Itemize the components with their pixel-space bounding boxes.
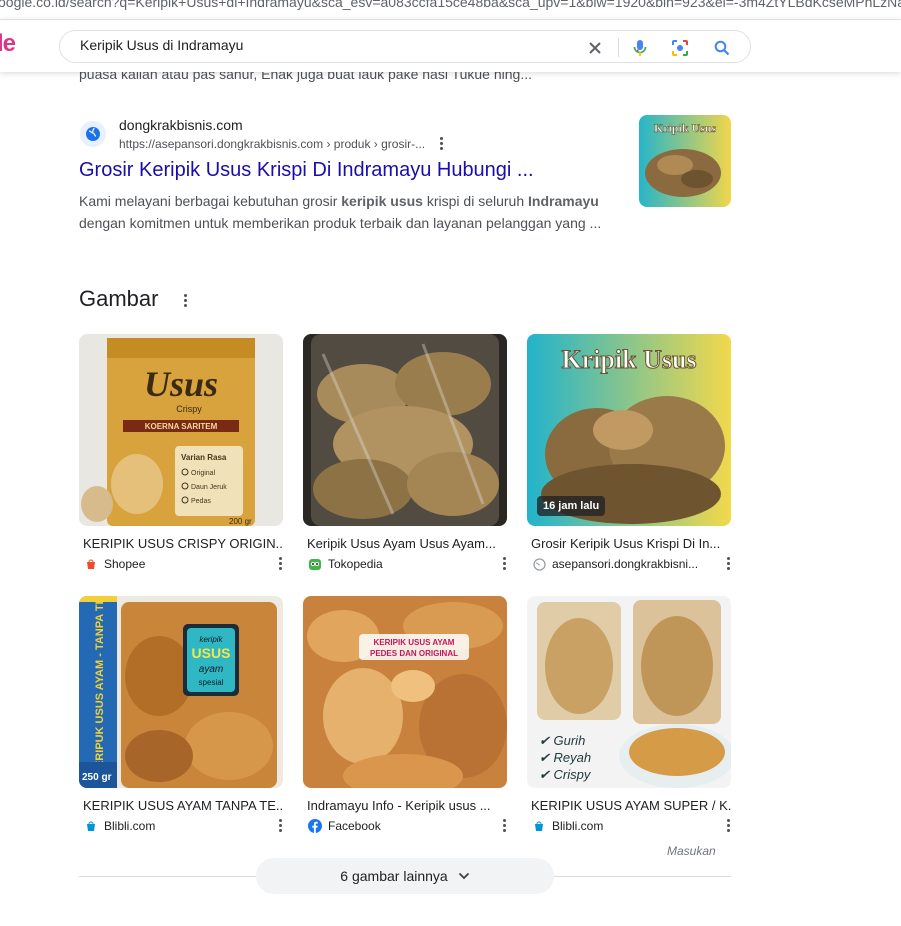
more-options-icon[interactable]	[724, 557, 734, 571]
time-badge: 16 jam lalu	[537, 496, 606, 516]
variant-title: Varian Rasa	[181, 453, 227, 462]
brand-sub: Crispy	[176, 404, 202, 414]
address-bar[interactable]: oogle.co.id/search?q=Keripik+Usus+di+Ind…	[0, 0, 901, 20]
image-result-4[interactable]: KERIPUK USUS AYAM - TANPA TEPUNG - 250 g…	[79, 596, 283, 788]
thumb-title-3: Kripik Usus	[561, 345, 696, 374]
address-text: oogle.co.id/search?q=Keripik+Usus+di+Ind…	[0, 0, 901, 10]
variant-3: Pedas	[191, 498, 211, 505]
images-section-title: Gambar	[79, 286, 159, 311]
more-options-icon[interactable]	[276, 819, 286, 833]
weight-label: 250 gr	[82, 772, 112, 783]
globe-icon	[80, 121, 106, 147]
globe-icon	[532, 557, 546, 571]
blibli-icon	[532, 819, 546, 833]
image-source[interactable]: Blibli.com	[84, 819, 284, 833]
more-images-button[interactable]: 6 gambar lainnya	[256, 858, 554, 894]
feedback-link[interactable]: Masukan	[667, 844, 716, 858]
google-logo[interactable]: le	[0, 30, 16, 58]
image-source[interactable]: Shopee	[84, 557, 284, 571]
image-result-3[interactable]: Kripik Usus 16 jam lalu	[527, 334, 731, 526]
search-input[interactable]	[80, 37, 560, 53]
section-options-icon[interactable]	[181, 293, 191, 307]
search-header: le	[0, 20, 901, 72]
more-options-icon[interactable]	[276, 557, 286, 571]
result-site-name[interactable]: dongkrakbisnis.com	[119, 117, 243, 133]
variant-2: Daun Jeruk	[191, 484, 227, 491]
result-snippet: Kami melayani berbagai kebutuhan grosir …	[79, 193, 599, 209]
blibli-icon	[84, 819, 98, 833]
image-caption[interactable]: Grosir Keripik Usus Krispi Di In...	[531, 536, 731, 551]
overlay-line-2: PEDES DAN ORIGINAL	[370, 649, 458, 658]
chevron-down-icon	[458, 872, 469, 880]
source-name: Blibli.com	[552, 819, 604, 833]
tag-text: KOERNA SARITEM	[145, 422, 218, 431]
more-options-icon[interactable]	[437, 136, 447, 150]
more-options-icon[interactable]	[500, 557, 510, 571]
brand-text: Usus	[144, 364, 218, 404]
thumb-title: Kripik Usus	[654, 121, 717, 135]
result-title-link[interactable]: Grosir Keripik Usus Krispi Di Indramayu …	[79, 159, 534, 182]
facebook-icon	[308, 819, 322, 833]
image-caption[interactable]: KERIPIK USUS AYAM SUPER / K...	[531, 798, 731, 813]
image-result-2[interactable]	[303, 334, 507, 526]
check-line-2: ✔ Reyah	[539, 750, 591, 765]
image-source[interactable]: Facebook	[308, 819, 508, 833]
image-caption[interactable]: KERIPIK USUS CRISPY ORIGIN...	[83, 536, 283, 551]
more-images-label: 6 gambar lainnya	[340, 868, 448, 884]
source-name: asepansori.dongkrakbisni...	[552, 557, 699, 571]
source-name: Shopee	[104, 557, 146, 571]
source-name: Facebook	[328, 819, 381, 833]
source-name: Blibli.com	[104, 819, 156, 833]
check-line-3: ✔ Crispy	[539, 767, 592, 782]
check-line-1: ✔ Gurih	[539, 733, 585, 748]
result-thumbnail[interactable]: Kripik Usus	[639, 115, 731, 207]
weight-text: 200 gr	[229, 517, 252, 526]
divider	[618, 38, 619, 57]
camera-lens-icon[interactable]	[669, 37, 691, 59]
more-options-icon[interactable]	[724, 819, 734, 833]
microphone-icon[interactable]	[629, 37, 651, 59]
image-result-6[interactable]: ✔ Gurih ✔ Reyah ✔ Crispy	[527, 596, 731, 788]
image-source[interactable]: Blibli.com	[532, 819, 732, 833]
image-result-5[interactable]: KERIPIK USUS AYAM PEDES DAN ORIGINAL	[303, 596, 507, 788]
bag-label-3: ayam	[199, 664, 223, 675]
image-caption[interactable]: Indramayu Info - Keripik usus ...	[307, 798, 507, 813]
side-label: KERIPUK USUS AYAM - TANPA TEPUNG -	[94, 596, 106, 776]
bag-label-2: USUS	[192, 645, 231, 661]
search-box[interactable]	[59, 30, 751, 63]
bag-label-1: keripik	[199, 635, 223, 644]
clear-icon[interactable]	[584, 37, 606, 59]
result-snippet-line2: dengan komitmen untuk memberikan produk …	[79, 215, 602, 231]
variant-1: Original	[191, 470, 216, 477]
search-icon[interactable]	[711, 37, 733, 59]
result-url[interactable]: https://asepansori.dongkrakbisnis.com › …	[119, 137, 425, 151]
overlay-line-1: KERIPIK USUS AYAM	[374, 638, 455, 647]
image-source[interactable]: Tokopedia	[308, 557, 508, 571]
image-caption[interactable]: KERIPIK USUS AYAM TANPA TE...	[83, 798, 283, 813]
more-options-icon[interactable]	[500, 819, 510, 833]
shopee-icon	[84, 557, 98, 571]
image-result-1[interactable]: Usus Crispy KOERNA SARITEM Varian Rasa O…	[79, 334, 283, 526]
bag-label-4: spesial	[199, 678, 224, 687]
tokopedia-icon	[308, 557, 322, 571]
source-name: Tokopedia	[328, 557, 383, 571]
image-source[interactable]: asepansori.dongkrakbisni...	[532, 557, 702, 571]
image-caption[interactable]: Keripik Usus Ayam Usus Ayam...	[307, 536, 507, 551]
